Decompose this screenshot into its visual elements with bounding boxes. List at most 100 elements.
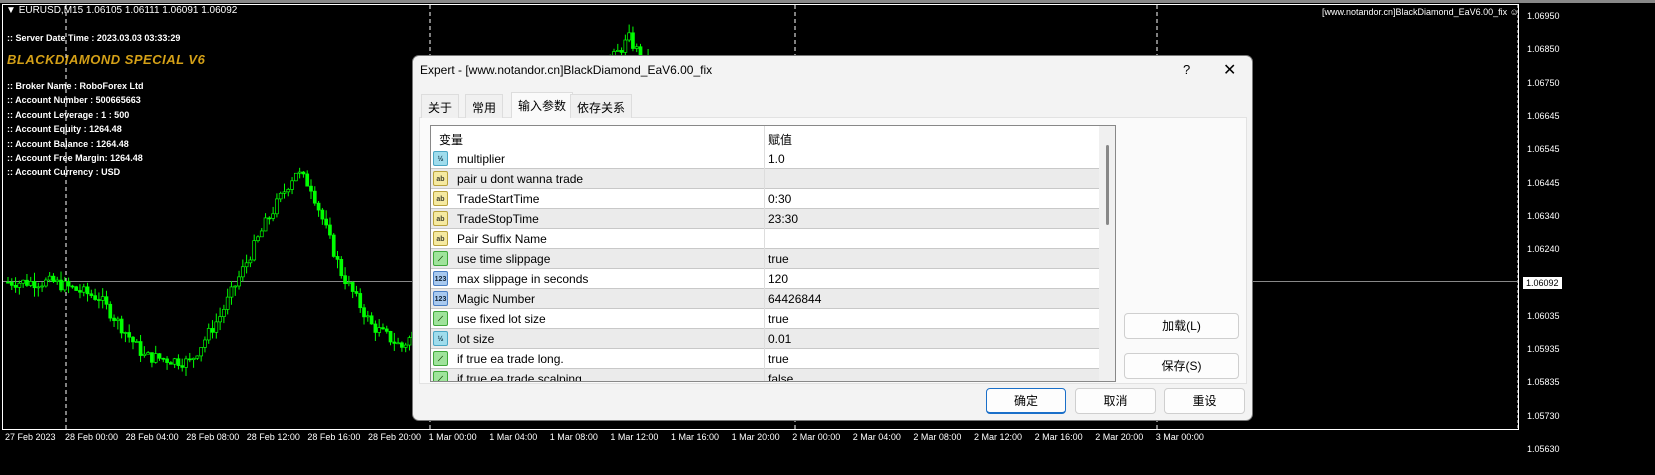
account-info-line: :: Account Number : 500665663: [7, 95, 141, 106]
parameter-name: use fixed lot size: [457, 312, 546, 326]
price-tick-label: 1.05935: [1527, 344, 1560, 354]
price-tick-label: 1.06035: [1527, 310, 1560, 321]
parameter-row[interactable]: ⟋ use fixed lot size true: [431, 309, 1099, 329]
bool-type-icon: ⟋: [433, 311, 448, 326]
parameter-name: if true ea trade long.: [457, 352, 564, 366]
parameter-name: pair u dont wanna trade: [457, 172, 584, 186]
parameter-row[interactable]: ⟋ if true ea trade long. true: [431, 349, 1099, 369]
parameter-value[interactable]: true: [768, 252, 789, 266]
time-tick-label: 2 Mar 12:00: [974, 432, 1023, 442]
str-type-icon: ab: [433, 171, 448, 186]
time-tick-label: 28 Feb 20:00: [368, 432, 422, 442]
tab-inputs[interactable]: 输入参数: [511, 92, 574, 118]
server-time: :: Server Date Time : 2023.03.03 03:33:2…: [7, 33, 181, 43]
column-value[interactable]: 赋值: [768, 131, 792, 148]
parameter-row[interactable]: ½ lot size 0.01: [431, 329, 1099, 349]
price-tick-label: 1.06950: [1527, 11, 1560, 21]
time-tick-label: 27 Feb 2023: [5, 432, 56, 442]
cancel-button[interactable]: 取消: [1075, 388, 1156, 414]
str-type-icon: ab: [433, 211, 448, 226]
ea-title: BLACKDIAMOND SPECIAL V6: [7, 52, 206, 67]
parameter-value[interactable]: 64426844: [768, 292, 821, 306]
price-tick-label: 1.05630: [1527, 443, 1560, 454]
current-price-label: 1.06092: [1523, 277, 1562, 289]
smiley-face-icon: ☺: [1509, 7, 1519, 17]
dbl-type-icon: ½: [433, 151, 448, 166]
parameter-row[interactable]: ab TradeStartTime 0:30: [431, 189, 1099, 209]
parameter-row[interactable]: ⟋ use time slippage true: [431, 249, 1099, 269]
price-tick-label: 1.05730: [1527, 410, 1560, 421]
parameter-value[interactable]: true: [768, 312, 789, 326]
time-tick-label: 1 Mar 04:00: [489, 432, 538, 442]
price-tick-label: 1.06340: [1527, 210, 1560, 221]
price-tick-label: 1.06445: [1527, 177, 1560, 188]
int-type-icon: 123: [433, 271, 448, 286]
parameters-table: 变量 赋值 ½ multiplier 1.0 ab pair u dont wanna …: [430, 125, 1116, 382]
parameter-row[interactable]: ab pair u dont wanna trade: [431, 169, 1099, 189]
int-type-icon: 123: [433, 291, 448, 306]
scrollbar-thumb[interactable]: [1106, 145, 1109, 225]
bool-type-icon: ⟋: [433, 351, 448, 366]
time-tick-label: 3 Mar 00:00: [1155, 432, 1204, 442]
parameter-row[interactable]: 123 Magic Number 64426844: [431, 289, 1099, 309]
price-tick-label: 1.06850: [1527, 44, 1560, 55]
symbol-header[interactable]: ▼ EURUSD,M15 1.06105 1.06111 1.06091 1.0…: [6, 5, 237, 16]
parameter-row[interactable]: ab Pair Suffix Name: [431, 229, 1099, 249]
tab-dependencies[interactable]: 依存关系: [570, 94, 633, 118]
close-button[interactable]: ✕: [1223, 60, 1236, 80]
parameter-name: lot size: [457, 332, 495, 346]
symbol-header-text: EURUSD,M15 1.06105 1.06111 1.06091 1.060…: [18, 5, 238, 16]
price-tick-label: 1.05835: [1527, 377, 1560, 388]
price-tick-label: 1.06240: [1527, 244, 1560, 255]
parameter-value[interactable]: 0:30: [768, 192, 791, 206]
account-info-line: :: Account Equity : 1264.48: [7, 124, 122, 135]
parameter-name: TradeStopTime: [457, 212, 539, 226]
time-tick-label: 1 Mar 20:00: [731, 432, 780, 442]
table-header: 变量 赋值: [431, 126, 1099, 150]
account-info-line: :: Account Balance : 1264.48: [7, 138, 129, 149]
time-tick-label: 28 Feb 12:00: [246, 432, 300, 442]
parameter-name: max slippage in seconds: [457, 272, 589, 286]
time-tick-label: 2 Mar 16:00: [1034, 432, 1083, 442]
ok-button[interactable]: 确定: [986, 388, 1066, 414]
column-variable[interactable]: 变量: [439, 131, 463, 148]
time-tick-label: 2 Mar 00:00: [792, 432, 841, 442]
str-type-icon: ab: [433, 231, 448, 246]
parameter-value[interactable]: false: [768, 372, 793, 381]
price-tick-label: 1.06750: [1527, 77, 1560, 88]
account-info-line: :: Account Free Margin: 1264.48: [7, 153, 143, 163]
tab-common[interactable]: 常用: [465, 94, 504, 118]
parameter-value[interactable]: 0.01: [768, 332, 791, 346]
price-tick-label: 1.06645: [1527, 110, 1560, 121]
parameter-value[interactable]: 23:30: [768, 212, 798, 226]
time-tick-label: 1 Mar 08:00: [549, 432, 598, 442]
account-info-line: :: Account Leverage : 1 : 500: [7, 109, 130, 120]
parameter-name: TradeStartTime: [457, 192, 540, 206]
parameter-value[interactable]: 120: [768, 272, 788, 286]
parameter-row[interactable]: ½ multiplier 1.0: [431, 149, 1099, 169]
time-tick-label: 28 Feb 00:00: [65, 432, 119, 442]
time-tick-label: 28 Feb 04:00: [125, 432, 179, 442]
parameter-name: Magic Number: [457, 292, 536, 306]
dbl-type-icon: ½: [433, 331, 448, 346]
ea-label-text: [www.notandor.cn]BlackDiamond_EaV6.00_fi…: [1322, 7, 1508, 17]
parameter-value[interactable]: true: [768, 352, 789, 366]
time-tick-label: 2 Mar 04:00: [852, 432, 901, 442]
time-tick-label: 1 Mar 12:00: [610, 432, 659, 442]
scrollbar[interactable]: [1099, 126, 1115, 381]
reset-button[interactable]: 重设: [1164, 388, 1245, 414]
bool-type-icon: ⟋: [433, 251, 448, 266]
parameter-row[interactable]: 123 max slippage in seconds 120: [431, 269, 1099, 289]
parameter-row[interactable]: ⟋ if true ea trade scalping false: [431, 369, 1099, 381]
time-tick-label: 2 Mar 20:00: [1095, 432, 1144, 442]
column-separator[interactable]: [764, 126, 765, 381]
time-tick-label: 2 Mar 08:00: [913, 432, 962, 442]
ea-label[interactable]: [www.notandor.cn]BlackDiamond_EaV6.00_fi…: [1322, 7, 1519, 17]
time-tick-label: 1 Mar 00:00: [428, 432, 477, 442]
parameter-value[interactable]: 1.0: [768, 152, 785, 166]
parameter-row[interactable]: ab TradeStopTime 23:30: [431, 209, 1099, 229]
tab-about[interactable]: 关于: [421, 94, 460, 118]
load-button[interactable]: 加载(L): [1124, 313, 1239, 339]
save-button[interactable]: 保存(S): [1124, 353, 1239, 379]
help-button[interactable]: ?: [1183, 62, 1190, 77]
